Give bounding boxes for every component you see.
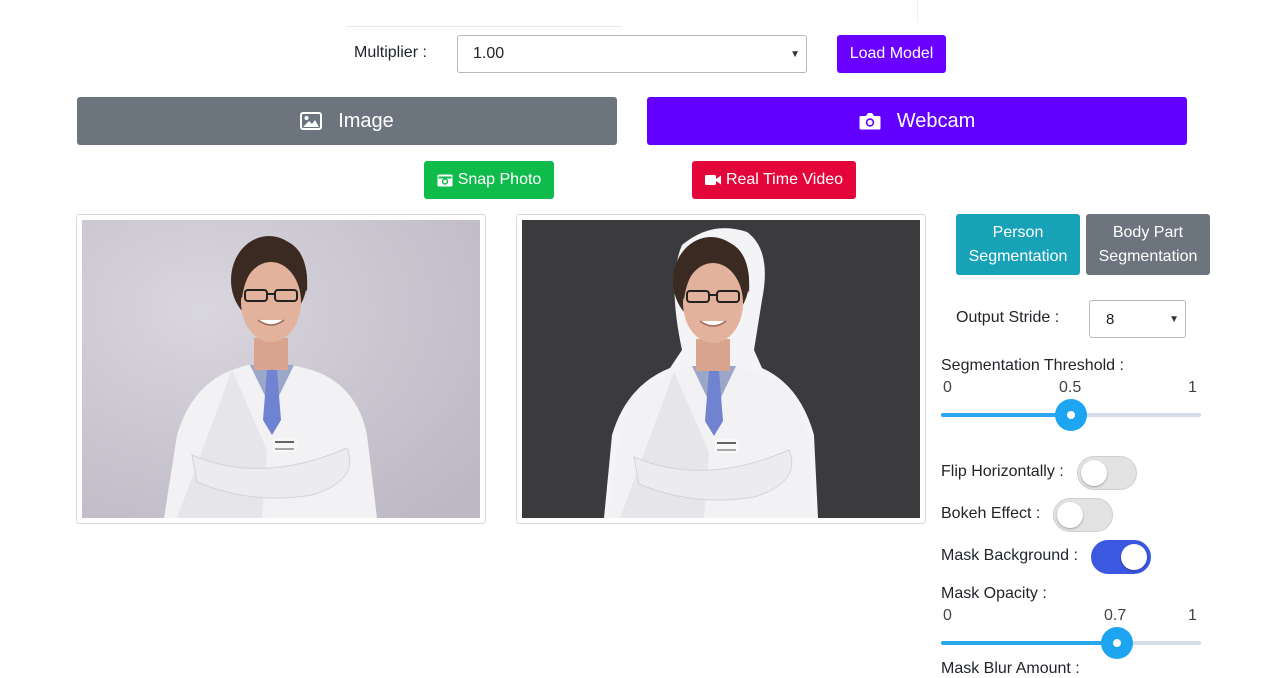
tab-webcam-label: Webcam (896, 109, 976, 132)
output-stride-label: Output Stride : (956, 309, 1060, 326)
mask-opacity-label: Mask Opacity : (941, 585, 1047, 602)
real-time-video-button[interactable]: Real Time Video (692, 161, 856, 199)
output-stride-value: 8 (1106, 310, 1115, 328)
mask-background-label: Mask Background : (941, 547, 1078, 564)
threshold-slider-fill (941, 413, 1071, 417)
video-camera-icon (704, 174, 721, 186)
person-segmentation-line1: Person (992, 223, 1044, 241)
bokeh-effect-toggle[interactable] (1053, 498, 1113, 532)
image-icon (300, 112, 323, 130)
snap-photo-button[interactable]: Snap Photo (424, 161, 554, 199)
camera-retro-icon (437, 173, 453, 187)
threshold-label: Segmentation Threshold : (941, 357, 1124, 374)
flip-horizontally-toggle[interactable] (1077, 456, 1137, 490)
person-segmentation-line2: Segmentation (968, 247, 1068, 265)
body-part-segmentation-line1: Body Part (1112, 223, 1184, 241)
input-photo (82, 220, 480, 518)
snap-photo-label: Snap Photo (457, 171, 542, 188)
chevron-down-icon: ▼ (790, 48, 800, 60)
opacity-slider-handle[interactable] (1101, 627, 1133, 659)
real-time-video-label: Real Time Video (725, 171, 844, 188)
multiplier-value: 1.00 (473, 45, 505, 62)
body-part-segmentation-button[interactable]: Body Part Segmentation (1086, 214, 1210, 275)
mask-background-toggle[interactable] (1091, 540, 1151, 574)
tab-image[interactable]: Image (77, 97, 617, 145)
load-model-button[interactable]: Load Model (837, 35, 946, 73)
top-vertical-divider (917, 0, 918, 22)
multiplier-select[interactable]: 1.00 ▼ (457, 35, 807, 73)
toggle-knob (1121, 544, 1147, 570)
person-segmentation-button[interactable]: Person Segmentation (956, 214, 1080, 275)
flip-horizontally-label: Flip Horizontally : (941, 463, 1064, 480)
bokeh-effect-label: Bokeh Effect : (941, 505, 1041, 522)
threshold-slider-handle[interactable] (1055, 399, 1087, 431)
threshold-value-tick: 0.5 (1059, 379, 1082, 396)
segmented-photo (522, 220, 920, 518)
threshold-min-tick: 0 (943, 379, 952, 396)
opacity-value-tick: 0.7 (1104, 607, 1127, 624)
toggle-knob (1081, 460, 1107, 486)
output-stride-select[interactable]: 8 ▼ (1089, 300, 1186, 338)
top-divider (346, 26, 622, 27)
tab-webcam[interactable]: Webcam (647, 97, 1187, 145)
mask-blur-label: Mask Blur Amount : (941, 660, 1080, 677)
body-part-segmentation-line2: Segmentation (1098, 247, 1198, 265)
opacity-min-tick: 0 (943, 607, 952, 624)
tab-image-label: Image (338, 109, 394, 132)
opacity-max-tick: 1 (1188, 607, 1197, 624)
camera-icon (859, 112, 881, 130)
multiplier-label: Multiplier : (354, 44, 427, 61)
opacity-slider-fill (941, 641, 1117, 645)
threshold-max-tick: 1 (1188, 379, 1197, 396)
toggle-knob (1057, 502, 1083, 528)
chevron-down-icon: ▼ (1169, 313, 1179, 325)
